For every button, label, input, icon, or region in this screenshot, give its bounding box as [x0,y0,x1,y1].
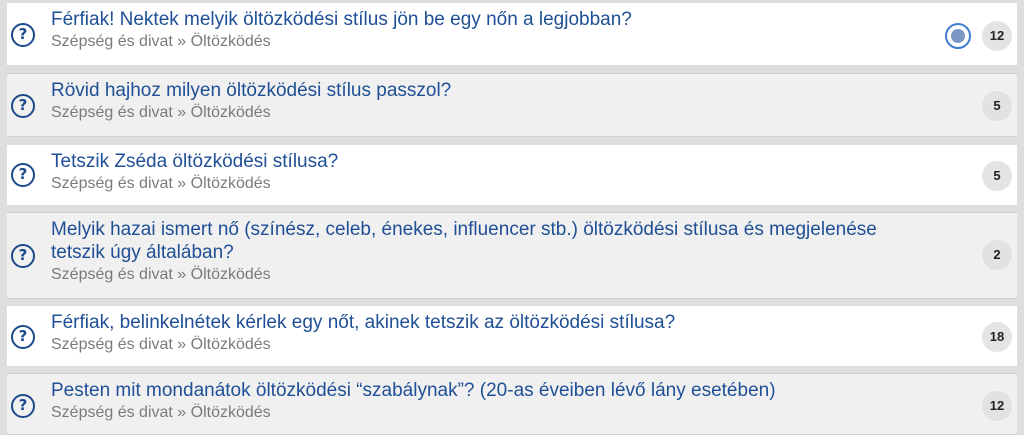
question-category[interactable]: Szépség és divat » Öltözködés [51,174,927,194]
question-circle-icon: ? [11,325,35,349]
question-title[interactable]: Férfiak, belinkelnétek kérlek egy nőt, a… [51,311,927,334]
question-text: Férfiak, belinkelnétek kérlek egy nőt, a… [51,311,927,355]
question-category[interactable]: Szépség és divat » Öltözködés [51,265,927,285]
question-row[interactable]: ? Férfiak, belinkelnétek kérlek egy nőt,… [7,306,1017,366]
question-category[interactable]: Szépség és divat » Öltözködés [51,335,927,355]
question-title[interactable]: Melyik hazai ismert nő (színész, celeb, … [51,218,881,264]
answer-count-badge: 5 [982,161,1012,191]
answer-count-badge: 2 [982,240,1012,270]
question-list: ? Férfiak! Nektek melyik öltözködési stí… [0,0,1024,435]
read-status-radio[interactable] [945,23,971,49]
question-title[interactable]: Rövid hajhoz milyen öltözködési stílus p… [51,79,927,102]
question-circle-icon: ? [11,94,35,118]
question-category[interactable]: Szépség és divat » Öltözködés [51,403,927,423]
question-text: Melyik hazai ismert nő (színész, celeb, … [51,218,927,285]
question-text: Tetszik Zséda öltözködési stílusa? Széps… [51,150,927,194]
question-circle-icon: ? [11,23,35,47]
answer-count-badge: 12 [982,21,1012,51]
question-row[interactable]: ? Férfiak! Nektek melyik öltözködési stí… [7,3,1017,65]
question-category[interactable]: Szépség és divat » Öltözködés [51,32,927,52]
question-row[interactable]: ? Pesten mit mondanátok öltözködési “sza… [7,373,1017,435]
question-circle-icon: ? [11,394,35,418]
question-circle-icon: ? [11,163,35,187]
answer-count-badge: 5 [982,91,1012,121]
answer-count-badge: 18 [982,322,1012,352]
question-category[interactable]: Szépség és divat » Öltözködés [51,103,927,123]
question-row[interactable]: ? Tetszik Zséda öltözködési stílusa? Szé… [7,145,1017,205]
answer-count-badge: 12 [982,391,1012,421]
question-title[interactable]: Tetszik Zséda öltözködési stílusa? [51,150,927,173]
question-circle-icon: ? [11,244,35,268]
question-row[interactable]: ? Rövid hajhoz milyen öltözködési stílus… [7,73,1017,137]
question-title[interactable]: Férfiak! Nektek melyik öltözködési stílu… [51,8,927,31]
radio-dot-icon [951,29,965,43]
question-text: Rövid hajhoz milyen öltözködési stílus p… [51,79,927,123]
question-row[interactable]: ? Melyik hazai ismert nő (színész, celeb… [7,212,1017,299]
question-text: Férfiak! Nektek melyik öltözködési stílu… [51,8,927,52]
question-text: Pesten mit mondanátok öltözködési “szabá… [51,379,927,423]
question-title[interactable]: Pesten mit mondanátok öltözködési “szabá… [51,379,927,402]
